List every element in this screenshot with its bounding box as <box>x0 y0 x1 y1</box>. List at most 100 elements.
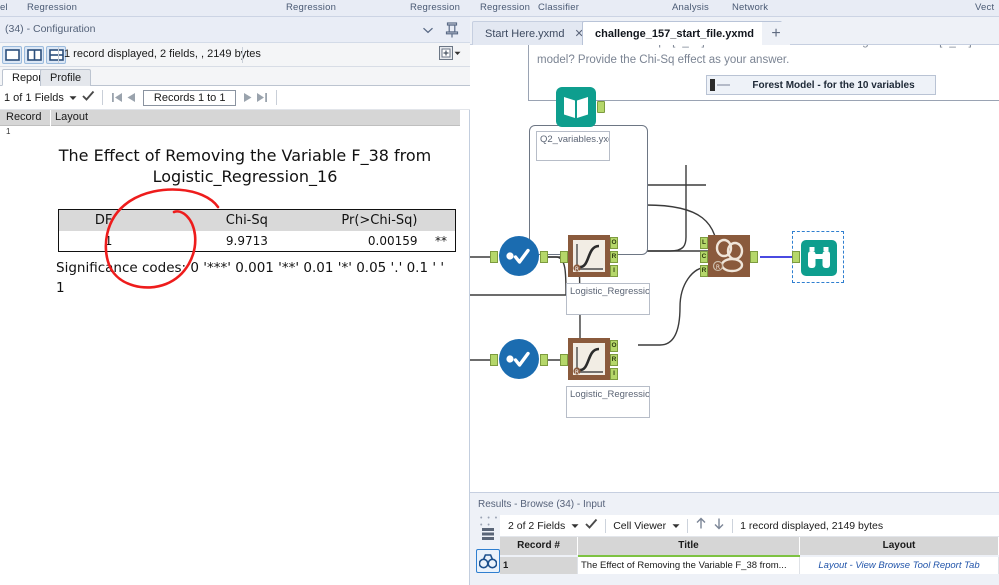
pin-icon[interactable] <box>444 21 460 39</box>
record-navigation-bar: 1 of 1 Fields Records 1 to 1 <box>0 86 470 110</box>
input-output-anchor[interactable] <box>597 101 605 113</box>
workflow-tab-start-here[interactable]: Start Here.yxmd ✕ <box>472 21 593 45</box>
plus-icon[interactable]: + <box>762 22 790 45</box>
tab-label: Start Here.yxmd <box>485 27 565 40</box>
logistic-regression-icon[interactable]: R <box>568 235 610 282</box>
results-record-info: 1 record displayed, 2149 bytes <box>740 519 884 532</box>
select-upper-input-anchor[interactable] <box>490 251 498 263</box>
workflow-tabbar: Start Here.yxmd ✕ challenge_157_start_fi… <box>470 17 999 45</box>
cell-layout: Layout - View Browse Tool Report Tab <box>800 557 999 574</box>
results-column-layout[interactable]: Layout <box>800 537 999 555</box>
check-icon[interactable] <box>585 517 598 535</box>
palette-label: Vect <box>975 2 995 13</box>
palette-label: Classifier <box>538 2 580 13</box>
report-profile-tabs: Report Profile <box>0 67 470 86</box>
anchor-label-c: C <box>701 253 707 260</box>
table-row[interactable]: 1 The Effect of Removing the Variable F_… <box>500 557 999 574</box>
browse-input-anchor[interactable] <box>792 251 800 263</box>
anchor-label-i: I <box>613 267 615 274</box>
select-tool-icon[interactable] <box>498 338 540 385</box>
cell-viewer-label[interactable]: Cell Viewer <box>613 520 666 532</box>
results-toolbar: 2 of 2 Fields Cell Viewer 1 record displ… <box>500 515 999 537</box>
palette-label: el <box>0 2 8 13</box>
caret-down-icon[interactable] <box>69 89 77 107</box>
palette-label: Network <box>732 2 769 13</box>
expand-plus-icon[interactable] <box>439 46 461 60</box>
browse-binoculars-icon[interactable] <box>476 549 500 573</box>
cell-df: 1 <box>104 234 113 249</box>
column-header-layout[interactable]: Layout <box>55 111 88 123</box>
header-df: DF <box>58 209 121 232</box>
layout-rows-icon[interactable] <box>46 46 66 64</box>
layout-columns-icon[interactable] <box>24 46 44 64</box>
results-side-toolbar: • • • • • <box>474 515 500 585</box>
caret-down-icon[interactable] <box>672 517 680 535</box>
browse-binoculars-icon[interactable] <box>801 240 837 281</box>
nav-separator <box>101 90 103 105</box>
nav-separator <box>276 90 278 105</box>
toolbar-separator <box>732 518 734 533</box>
records-range-label[interactable]: Records 1 to 1 <box>142 89 237 106</box>
report-title: The Effect of Removing the Variable F_38… <box>58 146 432 187</box>
select-lower-input-anchor[interactable] <box>490 354 498 366</box>
anchor-label-r: R <box>611 253 617 260</box>
cell-record-number: 1 <box>500 557 578 574</box>
logistic-lower-annotation: Logistic_Regression_16 <box>566 386 650 418</box>
anchor-label-o: O <box>611 342 617 349</box>
palette-label: Regression <box>27 2 78 13</box>
tool-palette-strip: el Regression Regression Regression Regr… <box>0 0 999 17</box>
chevron-down-icon[interactable] <box>420 22 436 38</box>
select-tool-icon[interactable] <box>498 235 540 282</box>
chi-square-table: DF Chi-Sq Pr(>Chi-Sq) 1 9.9713 0.00159 *… <box>58 209 456 253</box>
arrow-down-icon[interactable] <box>713 517 725 535</box>
fields-count-label: 1 of 1 Fields <box>4 91 64 104</box>
input-data-book-icon[interactable] <box>556 87 596 132</box>
select-lower-output-anchor[interactable] <box>540 354 548 366</box>
header-pr-chi-sq: Pr(>Chi-Sq) <box>275 209 426 232</box>
tab-label: challenge_157_start_file.yxmd <box>595 27 754 40</box>
first-record-icon[interactable] <box>110 90 124 105</box>
prev-record-icon[interactable] <box>124 90 138 105</box>
anchor-label-i: I <box>613 370 615 377</box>
caret-down-icon[interactable] <box>571 517 579 535</box>
results-panel-title: Results - Browse (34) - Input <box>478 499 606 510</box>
results-grid-header: Record # Title Layout <box>500 537 999 555</box>
logistic-upper-input-anchor[interactable] <box>560 251 568 263</box>
anchor-label-l: L <box>702 239 706 246</box>
next-record-icon[interactable] <box>241 90 255 105</box>
column-divider[interactable] <box>50 110 51 126</box>
join-tool-icon[interactable]: R <box>708 235 750 282</box>
cell-pr: 0.00159 <box>367 234 418 249</box>
join-output-anchor[interactable] <box>750 251 758 263</box>
logistic-regression-icon[interactable]: R <box>568 338 610 385</box>
toolbar-separator <box>605 518 607 533</box>
check-icon[interactable] <box>82 89 95 107</box>
cell-significance-stars: ** <box>435 234 447 249</box>
last-record-icon[interactable] <box>255 90 269 105</box>
forest-model-comment[interactable]: Forest Model - for the 10 variables <box>706 75 936 95</box>
select-upper-output-anchor[interactable] <box>540 251 548 263</box>
workflow-tab-challenge-157[interactable]: challenge_157_start_file.yxmd ✕ <box>582 21 783 45</box>
svg-text:R: R <box>575 369 579 376</box>
column-header-record[interactable]: Record <box>6 111 41 123</box>
results-column-record[interactable]: Record # <box>500 537 578 555</box>
cell-title: The Effect of Removing the Variable F_38… <box>578 557 800 574</box>
table-header-row: DF Chi-Sq Pr(>Chi-Sq) <box>58 209 456 232</box>
layout-single-icon[interactable] <box>2 46 22 64</box>
logistic-lower-input-anchor[interactable] <box>560 354 568 366</box>
results-column-title[interactable]: Title <box>578 537 800 555</box>
tab-profile[interactable]: Profile <box>40 69 92 86</box>
palette-label: Regression <box>480 2 531 13</box>
config-panel-title: (34) - Configuration <box>5 23 96 35</box>
results-fields-label: 2 of 2 Fields <box>508 519 566 532</box>
anchor-label-o: O <box>611 239 617 246</box>
logistic-upper-annotation: Logistic_Regression_16 <box>566 283 650 315</box>
results-panel: Results - Browse (34) - Input • • • • • <box>470 492 999 585</box>
anchor-label-r: R <box>701 267 707 274</box>
arrow-up-icon[interactable] <box>695 517 707 535</box>
table-row: 1 9.9713 0.00159 ** <box>59 231 456 252</box>
report-toolbar: 1 record displayed, 2 fields, , 2149 byt… <box>0 43 470 67</box>
anchor-label-r: R <box>611 356 617 363</box>
workflow-canvas[interactable]: selected variables except [F_38]. What i… <box>470 45 999 492</box>
list-view-icon[interactable] <box>476 522 500 546</box>
